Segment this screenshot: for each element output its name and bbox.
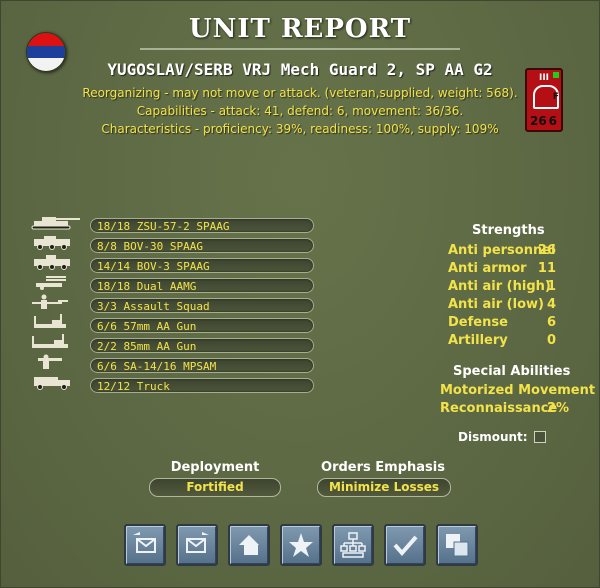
stacked-squares-icon <box>446 534 469 557</box>
reconnaissance-label: Reconnaissance <box>440 401 558 416</box>
strength-label: Anti air (high) <box>448 279 551 294</box>
element-row[interactable]: 6/6 SA-14/16 MPSAM <box>90 358 314 373</box>
previous-unit-button[interactable] <box>124 524 166 566</box>
motorized-movement-label: Motorized Movement <box>440 383 596 398</box>
page-title: UNIT REPORT <box>188 14 412 44</box>
overlay-button[interactable] <box>436 524 478 566</box>
strength-label: Artillery <box>448 333 508 348</box>
strengths-title: Strengths <box>472 223 545 238</box>
strength-value: 4 <box>546 297 556 312</box>
strength-value: 1 <box>546 279 556 294</box>
characteristics-line: Characteristics - proficiency: 39%, read… <box>101 122 499 136</box>
strength-label: Anti armor <box>448 261 527 276</box>
next-unit-button[interactable] <box>176 524 218 566</box>
strength-label: Defense <box>448 315 508 330</box>
element-row[interactable]: 18/18 ZSU-57-2 SPAAG <box>90 218 314 233</box>
title-divider <box>140 48 460 50</box>
capabilities-line: Capabilities - attack: 41, defend: 6, mo… <box>136 104 464 118</box>
special-abilities-title: Special Abilities <box>453 364 571 379</box>
element-row[interactable]: 18/18 Dual AAMG <box>90 278 314 293</box>
element-row[interactable]: 8/8 BOV-30 SPAAG <box>90 238 314 253</box>
strength-value: 26 <box>537 243 556 258</box>
formation-button[interactable] <box>332 524 374 566</box>
armored-car-icon <box>28 234 84 250</box>
ok-button[interactable] <box>384 524 426 566</box>
dismount-checkbox[interactable] <box>534 431 546 443</box>
upgrade-arrow-icon <box>239 535 259 555</box>
envelope-back-icon <box>133 532 156 553</box>
envelope-forward-icon <box>186 532 209 553</box>
counter-attack: 26 <box>530 114 547 128</box>
aa-gun-icon <box>28 334 84 350</box>
soldier-icon <box>28 354 84 370</box>
strength-value: 6 <box>546 315 556 330</box>
counter-corner-letter: F <box>552 92 559 102</box>
award-button[interactable] <box>280 524 322 566</box>
element-row[interactable]: 2/2 85mm AA Gun <box>90 338 314 353</box>
unit-counter[interactable]: III F 26 6 <box>525 68 563 132</box>
counter-movement: 6 <box>548 114 557 128</box>
strength-label: Anti air (low) <box>448 297 544 312</box>
checkmark-icon <box>393 535 418 557</box>
armored-car-icon <box>28 254 84 270</box>
aa-gun-icon <box>28 314 84 330</box>
reconnaissance-value: 2% <box>547 401 570 416</box>
status-led-icon <box>553 72 559 78</box>
dismount-label: Dismount: <box>458 430 528 444</box>
unit-name: YUGOSLAV/SERB VRJ Mech Guard 2, SP AA G2 <box>107 60 493 79</box>
deployment-label: Deployment <box>170 460 260 475</box>
org-chart-icon <box>340 532 366 558</box>
aa-gun-icon <box>28 274 84 290</box>
squad-icon <box>28 294 84 310</box>
element-row[interactable]: 6/6 57mm AA Gun <box>90 318 314 333</box>
orders-emphasis-select[interactable]: Minimize Losses <box>317 478 451 497</box>
deployment-select[interactable]: Fortified <box>149 478 281 497</box>
element-row[interactable]: 3/3 Assault Squad <box>90 298 314 313</box>
element-row[interactable]: 14/14 BOV-3 SPAAG <box>90 258 314 273</box>
orders-emphasis-label: Orders Emphasis <box>321 460 445 475</box>
upgrade-button[interactable] <box>228 524 270 566</box>
status-line: Reorganizing - may not move or attack. (… <box>82 86 518 100</box>
star-icon <box>289 533 313 557</box>
element-row[interactable]: 12/12 Truck <box>90 378 314 393</box>
strength-value: 0 <box>546 333 556 348</box>
strength-value: 11 <box>537 261 556 276</box>
tank-icon <box>28 214 84 230</box>
truck-icon <box>28 374 84 390</box>
